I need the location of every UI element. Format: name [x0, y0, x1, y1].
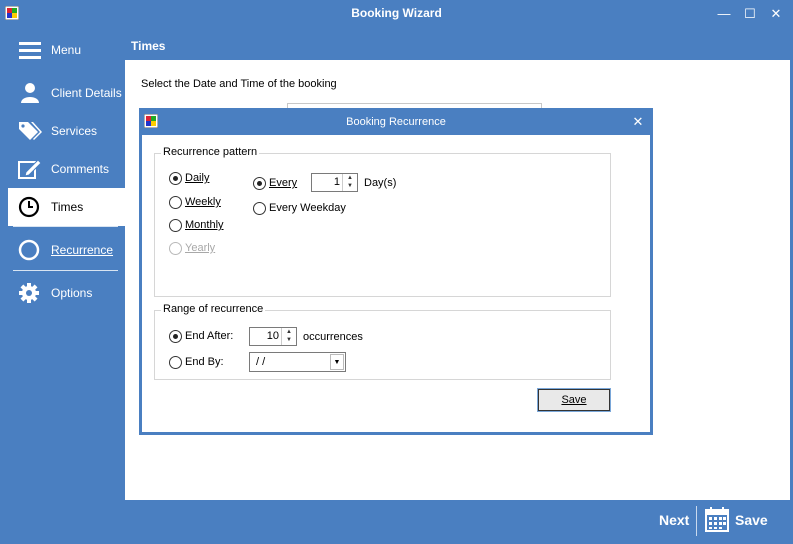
save-button[interactable]: Save [705, 506, 790, 536]
down-arrow-icon[interactable]: ▼ [343, 182, 357, 190]
sidebar-item-recurrence[interactable]: Recurrence [8, 231, 125, 269]
calendar-icon [705, 507, 729, 532]
radio-circle [253, 202, 266, 215]
range-of-recurrence-group: Range of recurrence End After: 10 ▲ ▼ occ… [154, 303, 611, 380]
stepper-arrows[interactable]: ▲ ▼ [281, 328, 296, 345]
sidebar-item-label: Menu [51, 43, 82, 57]
occurrences-label: occurrences [303, 331, 363, 343]
sidebar-divider [13, 226, 118, 227]
sidebar-item-label: Recurrence [51, 243, 114, 257]
dialog-save-label: Save [561, 394, 587, 406]
stepper-arrows[interactable]: ▲ ▼ [342, 174, 357, 191]
radio-circle [169, 356, 182, 369]
window-title: Booking Wizard [351, 6, 442, 20]
instruction-text: Select the Date and Time of the booking [141, 78, 337, 90]
radio-monthly[interactable]: Monthly [169, 218, 229, 234]
booking-recurrence-dialog: Booking Recurrence ✕ Recurrence pattern … [139, 108, 653, 435]
recurrence-pattern-group: Recurrence pattern Daily Weekly Monthly … [154, 146, 611, 297]
radio-label: Monthly [185, 219, 224, 231]
title-bar: Booking Wizard — ☐ ✕ [0, 0, 793, 28]
days-unit-label: Day(s) [364, 177, 397, 189]
radio-label: Weekly [185, 196, 221, 208]
footer-divider [696, 506, 697, 536]
save-button-label: Save [735, 512, 768, 528]
sidebar: Menu Client Details Services Comments Ti… [8, 28, 125, 500]
person-icon [21, 83, 39, 103]
stepper-value: 1 [333, 176, 340, 188]
maximize-icon[interactable]: ☐ [740, 4, 760, 24]
sidebar-item-options[interactable]: Options [8, 274, 125, 312]
radio-label: Every Weekday [269, 202, 346, 214]
sidebar-divider [13, 270, 118, 271]
group-label: Range of recurrence [161, 303, 266, 315]
radio-label: End By: [185, 356, 224, 368]
radio-end-after[interactable]: End After: [169, 329, 249, 345]
chevron-down-icon[interactable]: ▼ [330, 354, 344, 370]
radio-yearly[interactable]: Yearly [169, 241, 229, 257]
sidebar-item-comments[interactable]: Comments [8, 150, 125, 188]
radio-circle [253, 177, 266, 190]
sidebar-item-label: Comments [51, 162, 110, 176]
page-title: Times [125, 28, 790, 60]
end-by-date-picker[interactable]: / / ▼ [249, 352, 346, 372]
radio-daily[interactable]: Daily [169, 171, 229, 187]
group-label: Recurrence pattern [161, 146, 260, 158]
radio-label: Yearly [185, 242, 216, 254]
radio-label: Every [269, 177, 298, 189]
sidebar-item-times[interactable]: Times [8, 188, 125, 226]
circle-icon [18, 239, 40, 261]
radio-circle [169, 242, 182, 255]
booking-wizard-window: Booking Wizard — ☐ ✕ Menu Client Details [0, 0, 793, 544]
sidebar-item-label: Options [51, 286, 93, 300]
hamburger-menu-icon [19, 42, 41, 59]
sidebar-item-label: Times [51, 200, 84, 214]
radio-circle [169, 172, 182, 185]
radio-end-by[interactable]: End By: [169, 355, 249, 371]
dialog-body: Recurrence pattern Daily Weekly Monthly … [142, 135, 650, 432]
dialog-save-button[interactable]: Save [537, 388, 611, 412]
radio-label: End After: [185, 330, 234, 342]
date-value: / / [256, 356, 266, 368]
sidebar-item-client-details[interactable]: Client Details [8, 74, 125, 112]
clock-icon [18, 196, 40, 218]
up-arrow-icon[interactable]: ▲ [282, 328, 296, 336]
radio-every-weekday[interactable]: Every Weekday [253, 201, 363, 217]
pencil-edit-icon [18, 159, 42, 179]
close-icon[interactable]: ✕ [766, 4, 786, 24]
up-arrow-icon[interactable]: ▲ [343, 174, 357, 182]
gear-icon [19, 283, 39, 303]
radio-every[interactable]: Every [253, 176, 303, 192]
sidebar-item-label: Client Details [51, 86, 122, 100]
every-days-stepper[interactable]: 1 ▲ ▼ [311, 173, 358, 192]
down-arrow-icon[interactable]: ▼ [282, 336, 296, 344]
tags-icon [19, 122, 42, 140]
radio-weekly[interactable]: Weekly [169, 195, 229, 211]
footer-bar: Next Save [0, 500, 793, 544]
sidebar-item-services[interactable]: Services [8, 112, 125, 150]
end-after-stepper[interactable]: 10 ▲ ▼ [249, 327, 297, 346]
radio-label: Daily [185, 172, 210, 184]
sidebar-item-label: Services [51, 124, 98, 138]
minimize-icon[interactable]: — [714, 4, 734, 24]
dialog-title-bar: Booking Recurrence ✕ [139, 108, 653, 135]
radio-circle [169, 196, 182, 209]
dialog-title: Booking Recurrence [346, 116, 446, 128]
sidebar-item-menu[interactable]: Menu [8, 31, 125, 69]
radio-circle [169, 219, 182, 232]
close-icon[interactable]: ✕ [630, 114, 646, 130]
radio-circle [169, 330, 182, 343]
next-button[interactable]: Next [659, 512, 689, 528]
stepper-value: 10 [266, 330, 279, 342]
